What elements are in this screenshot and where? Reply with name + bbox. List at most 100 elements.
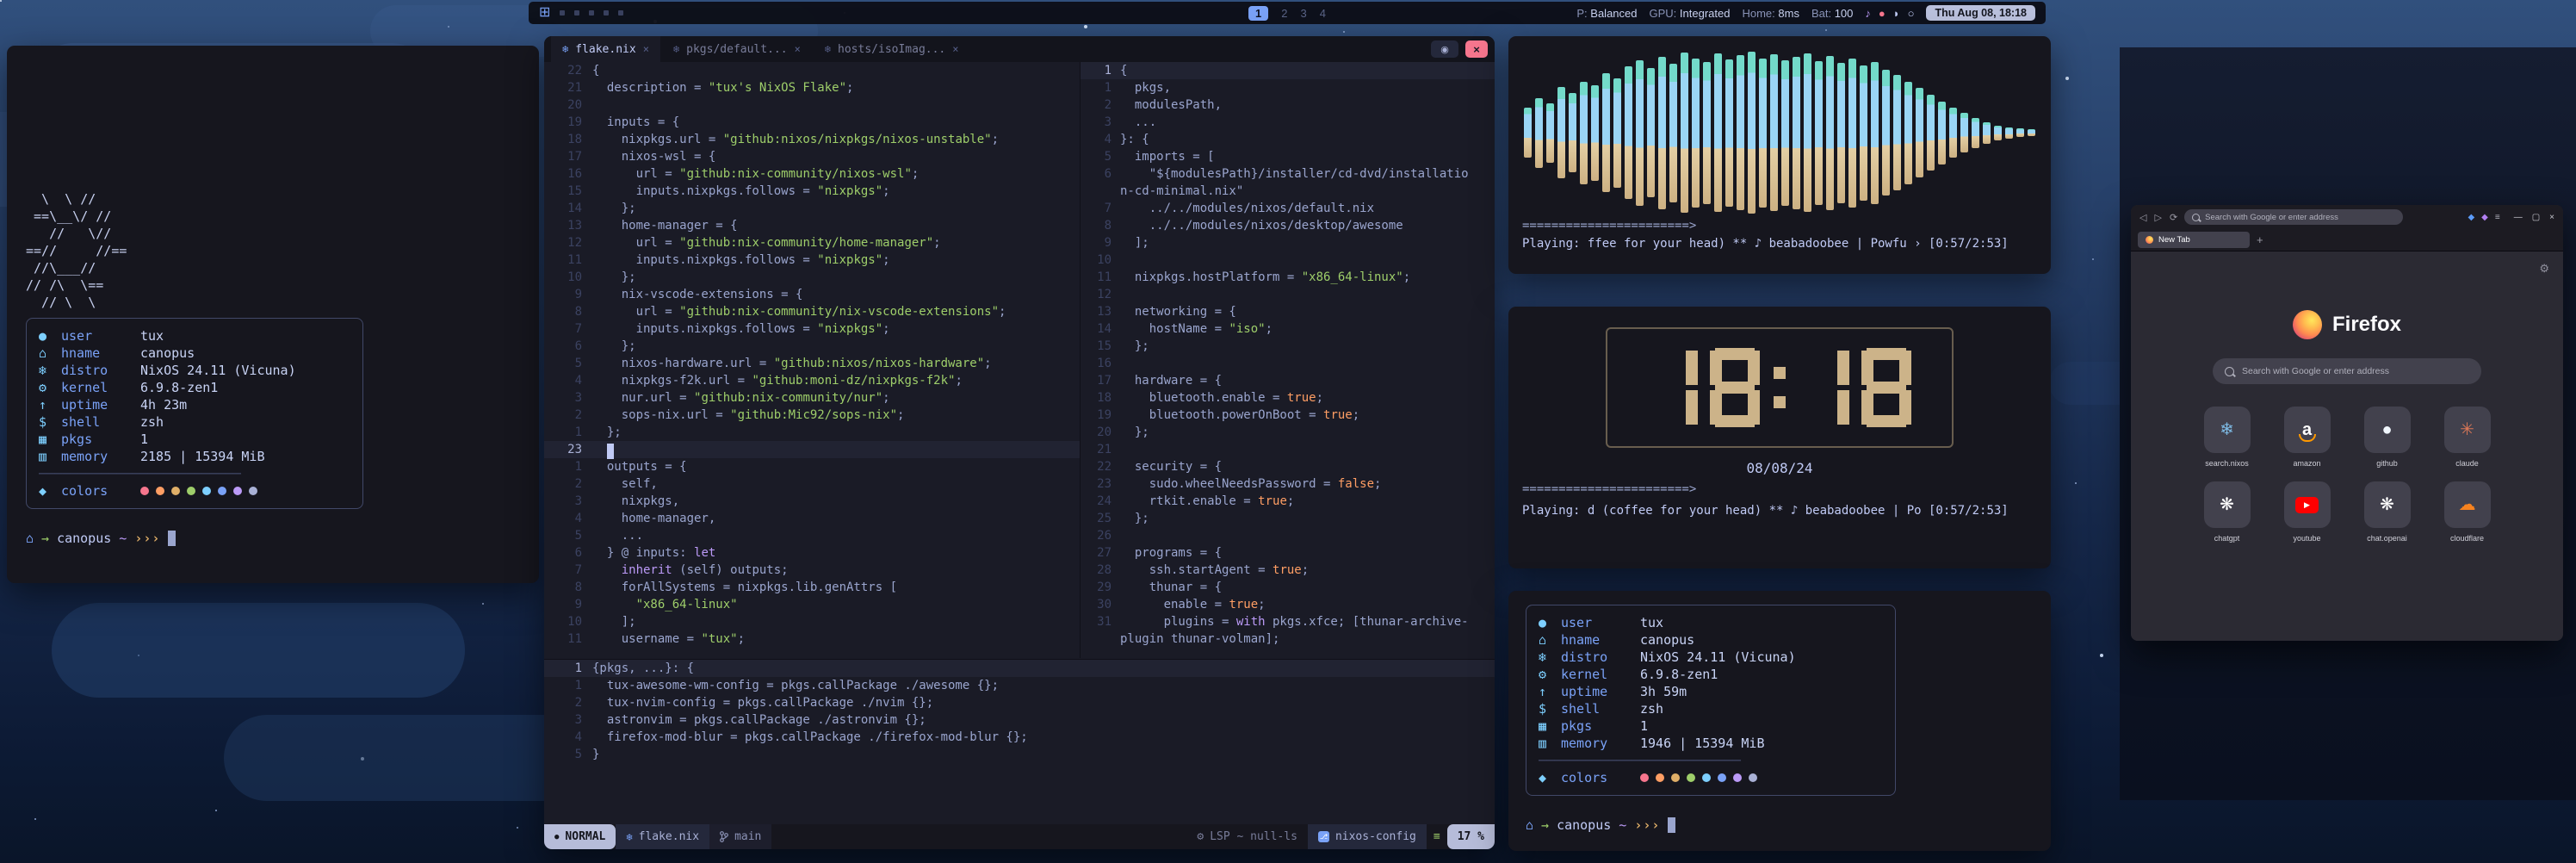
close-button[interactable]: × bbox=[2549, 213, 2554, 222]
nixos-ascii-art: \ \ // ==\__\/ // // \// ==// //== //\__… bbox=[26, 190, 520, 311]
workspace-1[interactable]: 1 bbox=[1248, 6, 1268, 21]
cava-bar bbox=[1625, 66, 1632, 199]
fetch-label: memory bbox=[1561, 735, 1640, 752]
tag-icon[interactable] bbox=[560, 10, 565, 16]
code-line: 22{ bbox=[544, 62, 1080, 79]
launcher-icon[interactable]: ⊞ bbox=[539, 6, 550, 20]
editor-window[interactable]: ❄ flake.nix × ❄ pkgs/default... × ❄ host… bbox=[544, 36, 1495, 849]
url-bar[interactable]: Search with Google or enter address bbox=[2184, 209, 2403, 225]
maximize-button[interactable]: ▢ bbox=[2532, 213, 2540, 222]
mode-segment: ● NORMAL bbox=[544, 824, 616, 849]
editor-pane-flake[interactable]: 22{21 description = "tux's NixOS Flake";… bbox=[544, 62, 1081, 658]
arrow-icon: → bbox=[1541, 816, 1549, 834]
fetch-colors-row: ◆ colors bbox=[39, 482, 350, 500]
shortcut-chat.openai[interactable]: ❋chat.openai bbox=[2364, 481, 2411, 543]
forward-button[interactable]: ▷ bbox=[2154, 212, 2161, 223]
tab-pkgs-default[interactable]: ❄ pkgs/default... × bbox=[662, 36, 812, 62]
now-playing: Playing: ffee for your head) ** ♪ beabad… bbox=[1522, 235, 2037, 253]
editor-pane-isoimage[interactable]: 1{1 pkgs,2 modulesPath,3 ...4}: {5 impor… bbox=[1081, 62, 1495, 658]
nix-icon: ❄ bbox=[673, 43, 679, 55]
minimize-button[interactable]: — bbox=[2514, 213, 2523, 222]
tab-close-icon[interactable]: × bbox=[952, 43, 958, 55]
fetch-row: ●usertux bbox=[39, 327, 350, 345]
shortcut-chatgpt[interactable]: ❋chatgpt bbox=[2204, 481, 2251, 543]
fetch-separator: ────────────────────────── bbox=[39, 465, 350, 482]
new-tab-button[interactable]: + bbox=[2257, 233, 2263, 246]
line-number: 19 bbox=[1081, 407, 1120, 424]
tag-icon[interactable] bbox=[589, 10, 594, 16]
firefox-logo bbox=[2293, 310, 2322, 339]
line-number: 25 bbox=[1081, 510, 1120, 527]
line-number: 13 bbox=[1081, 303, 1120, 320]
line-number: 27 bbox=[1081, 544, 1120, 562]
eye-button[interactable]: ◉ bbox=[1431, 40, 1458, 58]
cava-bar bbox=[1860, 65, 1867, 201]
tab-close-icon[interactable]: × bbox=[795, 43, 801, 55]
search-input[interactable]: Search with Google or enter address bbox=[2213, 358, 2481, 384]
pkgs-icon: ▦ bbox=[39, 431, 61, 448]
clock-window[interactable]: 08/08/24 =======================> Playin… bbox=[1508, 307, 2051, 568]
nix-icon: ❄ bbox=[626, 831, 632, 843]
terminal-window[interactable]: \ \ // ==\__\/ // // \// ==// //== //\__… bbox=[7, 46, 539, 583]
line-number: 13 bbox=[544, 217, 592, 234]
shortcut-github[interactable]: ●github bbox=[2364, 407, 2411, 468]
cava-bar bbox=[1658, 57, 1666, 209]
tab-new-tab[interactable]: New Tab bbox=[2138, 232, 2250, 248]
power-icon[interactable]: ○ bbox=[1908, 7, 1915, 20]
line-number: 31 bbox=[1081, 613, 1120, 630]
volume-icon[interactable]: ◗ bbox=[1893, 7, 1900, 20]
terminal-cursor bbox=[168, 531, 176, 546]
code-line: 2 sops-nix.url = "github:Mic92/sops-nix"… bbox=[544, 407, 1080, 424]
color-dot bbox=[156, 487, 164, 495]
shortcut-amazon[interactable]: aamazon bbox=[2284, 407, 2331, 468]
color-dot bbox=[1702, 773, 1711, 782]
extension-icon[interactable]: ◆ bbox=[2468, 213, 2474, 222]
shortcut-youtube[interactable]: ▶youtube bbox=[2284, 481, 2331, 543]
workspace-2[interactable]: 2 bbox=[1281, 7, 1287, 20]
shortcut-search.nixos[interactable]: ❄search.nixos bbox=[2204, 407, 2251, 468]
shortcut-cloudflare[interactable]: ☁cloudflare bbox=[2444, 481, 2491, 543]
extension-icon[interactable]: ◆ bbox=[2481, 213, 2488, 222]
fetch-window[interactable]: ●usertux⌂hnamecanopus❄distroNixOS 24.11 … bbox=[1508, 591, 2051, 851]
fetch-label: distro bbox=[1561, 649, 1640, 666]
code-line: 9 nix-vscode-extensions = { bbox=[544, 286, 1080, 303]
personalize-gear-icon[interactable]: ⚙ bbox=[2539, 262, 2549, 276]
line-number: 2 bbox=[1081, 96, 1120, 114]
record-icon[interactable]: ● bbox=[1879, 7, 1886, 20]
visualizer-window[interactable]: =======================> Playing: ffee f… bbox=[1508, 36, 2051, 274]
workspace-3[interactable]: 3 bbox=[1301, 7, 1307, 20]
cava-bar bbox=[1569, 93, 1576, 172]
back-button[interactable]: ◁ bbox=[2139, 212, 2146, 223]
firefox-tabbar: New Tab + bbox=[2131, 229, 2563, 251]
workspace-4[interactable]: 4 bbox=[1320, 7, 1326, 20]
line-number: 21 bbox=[1081, 441, 1120, 458]
line-number: 14 bbox=[1081, 320, 1120, 338]
reload-button[interactable]: ⟳ bbox=[2170, 212, 2177, 223]
cava-bar bbox=[1793, 57, 1800, 209]
tab-hosts-isoimage[interactable]: ❄ hosts/isoImag... × bbox=[814, 36, 970, 62]
lsp-segment: ⚙ LSP ~ null-ls bbox=[1186, 824, 1308, 849]
tab-flake-nix[interactable]: ❄ flake.nix × bbox=[551, 36, 660, 62]
fetch-label: pkgs bbox=[1561, 717, 1640, 735]
editor-pane-pkgs-default[interactable]: 1{pkgs, ...}: {1 tux-awesome-wm-config =… bbox=[544, 659, 1495, 825]
code-line: 21 description = "tux's NixOS Flake"; bbox=[544, 79, 1080, 96]
code-line: 11 inputs.nixpkgs.follows = "nixpkgs"; bbox=[544, 251, 1080, 269]
clock-widget[interactable]: Thu Aug 08, 18:18 bbox=[1926, 5, 2035, 21]
tag-icon[interactable] bbox=[604, 10, 609, 16]
tab-close-icon[interactable]: × bbox=[643, 43, 649, 55]
line-number: 5 bbox=[1081, 148, 1120, 165]
music-icon[interactable]: ♪ bbox=[1865, 7, 1871, 20]
tag-icon[interactable] bbox=[574, 10, 579, 16]
shortcut-claude[interactable]: ✳claude bbox=[2444, 407, 2491, 468]
tag-icon[interactable] bbox=[618, 10, 623, 16]
top-bar-left: ⊞ bbox=[539, 6, 623, 20]
fetch-row: ⚙kernel6.9.8-zen1 bbox=[39, 379, 350, 396]
firefox-window[interactable]: ◁ ▷ ⟳ Search with Google or enter addres… bbox=[2131, 205, 2563, 641]
window-close-button[interactable]: × bbox=[1465, 40, 1488, 58]
fetch-row: ↑uptime3h 59m bbox=[1539, 683, 1883, 700]
shell-prompt[interactable]: ⌂ → canopus ~ ››› bbox=[26, 530, 520, 547]
fetch-value: zsh bbox=[1640, 700, 1663, 717]
menu-icon[interactable]: ≡ bbox=[2495, 213, 2500, 222]
clock-digits bbox=[1648, 348, 1911, 427]
shell-prompt[interactable]: ⌂ → canopus ~ ››› bbox=[1526, 816, 2034, 834]
